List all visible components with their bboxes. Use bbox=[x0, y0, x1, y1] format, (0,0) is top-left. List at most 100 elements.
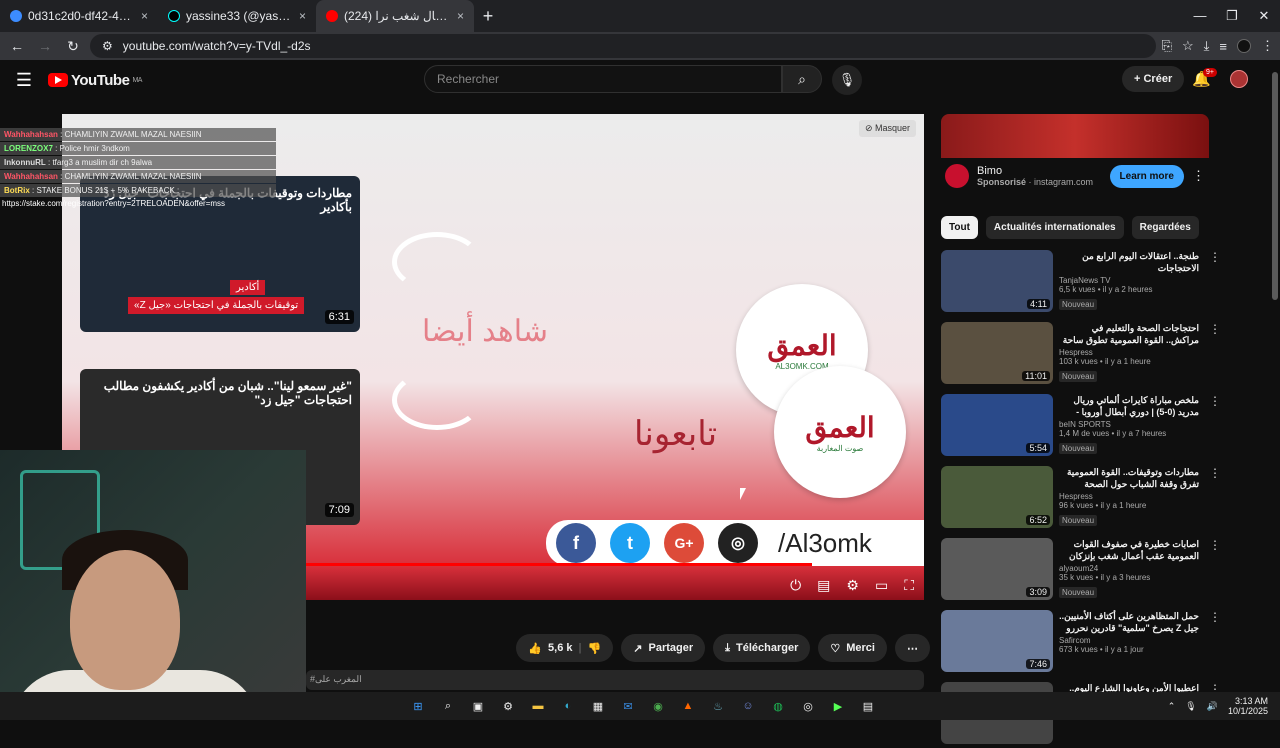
video-title[interactable]: طنجة.. اعتقالات اليوم الرابع من الاحتجاج… bbox=[1059, 250, 1199, 274]
chip-international-news[interactable]: Actualités internationales bbox=[985, 216, 1124, 239]
video-menu-icon[interactable]: ⋮ bbox=[1209, 394, 1221, 460]
url-field[interactable]: ⚙ youtube.com/watch?v=y-TVdl_-d2s bbox=[90, 34, 1156, 58]
recommendation-item[interactable]: 6:52 مطاردات وتوقيفات.. القوة العمومية تف… bbox=[941, 466, 1261, 532]
file-explorer-icon[interactable]: ▬ bbox=[528, 696, 548, 716]
new-tab-button[interactable]: + bbox=[474, 2, 502, 30]
spotify-icon[interactable]: ◍ bbox=[768, 696, 788, 716]
description-box[interactable]: #المغرب على bbox=[306, 670, 924, 690]
video-title[interactable]: مطاردات وتوقيفات.. القوة العمومية تفرق و… bbox=[1059, 466, 1199, 490]
recommendation-thumbnail[interactable]: 7:46 bbox=[941, 610, 1053, 672]
ad-image[interactable] bbox=[941, 114, 1209, 158]
create-button[interactable]: + Créer bbox=[1122, 66, 1185, 92]
channel-name[interactable]: Safircom bbox=[1059, 636, 1199, 645]
subtitles-icon[interactable]: ▤ bbox=[817, 577, 830, 594]
bookmark-star-icon[interactable]: ☆ bbox=[1182, 38, 1194, 54]
video-title[interactable]: احتجاجات الصحة والتعليم في مراكش.. القوة… bbox=[1059, 322, 1199, 346]
video-menu-icon[interactable]: ⋮ bbox=[1209, 250, 1221, 316]
taskbar-clock[interactable]: 3:13 AM 10/1/2025 bbox=[1228, 696, 1268, 716]
windows-start-icon[interactable]: ⊞ bbox=[408, 696, 428, 716]
voice-search-button[interactable]: 🎙 bbox=[832, 65, 862, 95]
profile-avatar[interactable] bbox=[1237, 39, 1251, 53]
brave-icon[interactable]: ▲ bbox=[678, 696, 698, 716]
calculator-icon[interactable]: ▤ bbox=[858, 696, 878, 716]
tray-chevron-icon[interactable]: ⌃ bbox=[1168, 701, 1176, 712]
minimize-button[interactable]: — bbox=[1184, 8, 1216, 24]
maximize-button[interactable]: ❐ bbox=[1216, 8, 1248, 24]
back-arrow-icon[interactable]: ← bbox=[6, 38, 28, 54]
chip-all[interactable]: Tout bbox=[941, 216, 978, 239]
taskbar-search-icon[interactable]: ⌕ bbox=[438, 696, 458, 716]
share-button[interactable]: ↗ Partager bbox=[621, 634, 706, 662]
thanks-button[interactable]: ♡ Merci bbox=[818, 634, 887, 662]
browser-tab-3[interactable]: (224) تخريب وأعمال شغب نرا × bbox=[316, 0, 474, 32]
task-view-icon[interactable]: ▣ bbox=[468, 696, 488, 716]
chrome-icon[interactable]: ◉ bbox=[648, 696, 668, 716]
close-window-button[interactable]: ✕ bbox=[1248, 8, 1280, 24]
video-title[interactable]: ملخص مباراة كايرات ألماتي وريال مدريد (0… bbox=[1059, 394, 1199, 418]
settings-icon[interactable]: ⚙ bbox=[498, 696, 518, 716]
outlook-icon[interactable]: ✉ bbox=[618, 696, 638, 716]
video-menu-icon[interactable]: ⋮ bbox=[1209, 610, 1221, 676]
hamburger-menu-icon[interactable]: ☰ bbox=[0, 70, 48, 91]
youtube-logo[interactable]: YouTube MA bbox=[48, 72, 142, 89]
tray-volume-icon[interactable]: 🔊 bbox=[1207, 701, 1218, 712]
search-button[interactable]: ⌕ bbox=[782, 65, 822, 93]
recommendation-thumbnail[interactable]: 6:52 bbox=[941, 466, 1053, 528]
tab-close-icon[interactable]: × bbox=[141, 9, 148, 23]
recommendation-thumbnail[interactable]: 4:11 bbox=[941, 250, 1053, 312]
channel-name[interactable]: alyaoum24 bbox=[1059, 564, 1199, 573]
recommendation-item[interactable]: 5:54 ملخص مباراة كايرات ألماتي وريال مدري… bbox=[941, 394, 1261, 460]
more-actions-button[interactable]: ⋯ bbox=[895, 634, 930, 662]
browser-tab-1[interactable]: 0d31c2d0-df42-43c1-b0e3-bd8 × bbox=[0, 0, 158, 32]
steam-icon[interactable]: ♨ bbox=[708, 696, 728, 716]
learn-more-button[interactable]: Learn more bbox=[1109, 164, 1184, 188]
video-title[interactable]: حمل المتظاهرين على أكتاف الأمنيين.. جيل … bbox=[1059, 610, 1199, 634]
recommendation-item[interactable]: 3:09 اصابات خطيرة في صفوف القوات العمومية… bbox=[941, 538, 1261, 604]
channel-name[interactable]: Hespress bbox=[1059, 492, 1199, 501]
tray-mic-icon[interactable]: 🎙 bbox=[1185, 701, 1196, 712]
recommendation-thumbnail[interactable]: 11:01 bbox=[941, 322, 1053, 384]
account-avatar[interactable] bbox=[1230, 70, 1248, 88]
download-icon[interactable]: ⤓ bbox=[1204, 38, 1210, 54]
chip-watched[interactable]: Regardées bbox=[1131, 216, 1199, 239]
theater-mode-icon[interactable]: ▭ bbox=[875, 577, 888, 594]
tab-close-icon[interactable]: × bbox=[457, 9, 464, 23]
browser-menu-icon[interactable]: ⋮ bbox=[1261, 38, 1274, 54]
recommendation-item[interactable]: 7:46 حمل المتظاهرين على أكتاف الأمنيين.. … bbox=[941, 610, 1261, 676]
channel-logo-circle-2[interactable]: العمق صوت المغاربة bbox=[774, 366, 906, 498]
autoplay-toggle-icon[interactable]: ⏻ bbox=[790, 577, 801, 594]
site-info-icon[interactable]: ⚙ bbox=[102, 39, 113, 53]
forward-arrow-icon[interactable]: → bbox=[34, 38, 56, 54]
kick-icon[interactable]: ▶ bbox=[828, 696, 848, 716]
recommendation-thumbnail[interactable]: 5:54 bbox=[941, 394, 1053, 456]
video-menu-icon[interactable]: ⋮ bbox=[1209, 466, 1221, 532]
recommendation-item[interactable]: 4:11 طنجة.. اعتقالات اليوم الرابع من الاح… bbox=[941, 250, 1261, 316]
edge-icon[interactable]: ◐ bbox=[558, 696, 578, 716]
channel-name[interactable]: Hespress bbox=[1059, 348, 1199, 357]
ad-menu-icon[interactable]: ⋮ bbox=[1192, 168, 1205, 184]
sponsored-ad[interactable]: Bimo Sponsorisé · instagram.com Learn mo… bbox=[941, 114, 1209, 204]
hide-endscreen-button[interactable]: ⊘ Masquer bbox=[858, 120, 916, 137]
store-icon[interactable]: ▦ bbox=[588, 696, 608, 716]
fullscreen-icon[interactable]: ⛶ bbox=[904, 577, 914, 594]
video-menu-icon[interactable]: ⋮ bbox=[1209, 322, 1221, 388]
channel-name[interactable]: TanjaNews TV bbox=[1059, 276, 1199, 285]
tab-close-icon[interactable]: × bbox=[299, 9, 306, 23]
cast-icon[interactable]: ⎘ bbox=[1162, 38, 1172, 54]
recommendation-item[interactable]: 11:01 احتجاجات الصحة والتعليم في مراكش.. … bbox=[941, 322, 1261, 388]
page-scrollbar[interactable] bbox=[1272, 72, 1278, 300]
video-menu-icon[interactable]: ⋮ bbox=[1209, 538, 1221, 604]
recommendation-thumbnail[interactable]: 3:09 bbox=[941, 538, 1053, 600]
settings-gear-icon[interactable]: ⚙ bbox=[846, 577, 859, 594]
thumbs-down-icon[interactable]: 👎 bbox=[588, 642, 602, 655]
like-button[interactable]: 👍 5,6 k | 👎 bbox=[516, 634, 614, 662]
discord-icon[interactable]: ☺ bbox=[738, 696, 758, 716]
video-title[interactable]: اصابات خطيرة في صفوف القوات العمومية عقب… bbox=[1059, 538, 1199, 562]
reload-icon[interactable]: ↻ bbox=[62, 38, 84, 55]
browser-tab-2[interactable]: yassine33 (@yassinefech33) × bbox=[158, 0, 316, 32]
search-input[interactable]: Rechercher bbox=[424, 65, 782, 93]
channel-name[interactable]: beIN SPORTS bbox=[1059, 420, 1199, 429]
extensions-icon[interactable]: ≡ bbox=[1219, 39, 1227, 54]
obs-icon[interactable]: ◎ bbox=[798, 696, 818, 716]
download-button[interactable]: ⤓ Télécharger bbox=[713, 634, 811, 662]
